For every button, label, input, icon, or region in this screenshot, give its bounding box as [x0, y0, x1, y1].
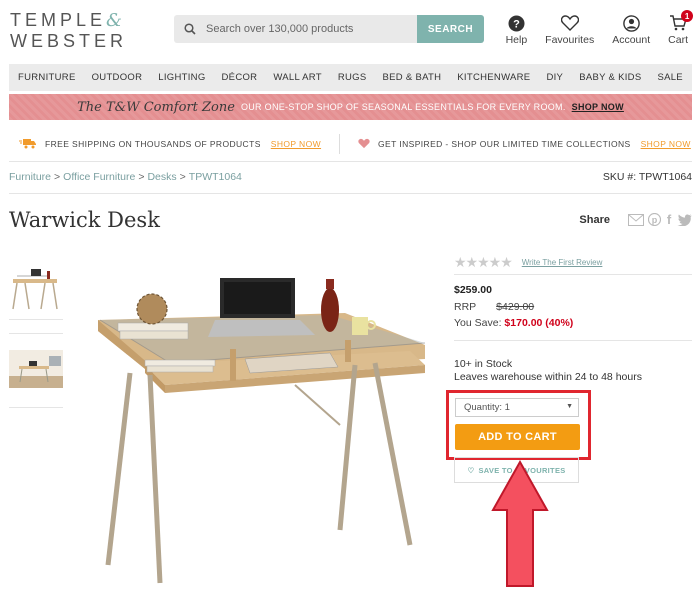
svg-text:?: ? — [513, 18, 520, 30]
usp-shipping: FREE SHIPPING ON THOUSANDS OF PRODUCTS S… — [19, 138, 321, 149]
promo-banner[interactable]: The T&W Comfort Zone OUR ONE-STOP SHOP O… — [9, 94, 692, 120]
breadcrumb-furniture[interactable]: Furniture — [9, 171, 51, 183]
rrp-value: $429.00 — [496, 301, 535, 313]
up-arrow-annotation — [491, 460, 549, 587]
svg-text:f: f — [667, 213, 672, 226]
quantity-select[interactable]: Quantity: 1 ▼ — [455, 398, 579, 417]
usp-bar: FREE SHIPPING ON THOUSANDS OF PRODUCTS S… — [9, 126, 692, 162]
nav-item-wall-art[interactable]: WALL ART — [273, 72, 322, 83]
add-to-cart-button[interactable]: ADD TO CART — [455, 424, 580, 450]
truck-icon — [19, 139, 36, 149]
account-link[interactable]: Account — [612, 14, 650, 46]
search-bar: Search over 130,000 products SEARCH — [174, 15, 484, 43]
promo-shop-link[interactable]: SHOP NOW — [572, 102, 624, 112]
search-button[interactable]: SEARCH — [417, 15, 484, 43]
product-main-image[interactable] — [90, 265, 430, 585]
usp-divider — [339, 133, 341, 154]
svg-text:p: p — [652, 215, 658, 225]
nav-item-outdoor[interactable]: OUTDOOR — [92, 72, 143, 83]
site-logo[interactable]: TEMPLE& WEBSTER — [10, 10, 135, 51]
desk-thumbnail-image — [12, 269, 58, 310]
cart-count-badge: 1 — [681, 10, 694, 22]
facebook-share-icon[interactable]: f — [665, 213, 673, 226]
account-label: Account — [612, 34, 651, 46]
dispatch-time: Leaves warehouse within 24 to 48 hours — [454, 371, 642, 383]
thumbnail-divider — [9, 333, 63, 334]
search-placeholder: Search over 130,000 products — [206, 23, 354, 35]
rating-stars: ★★★★★ — [454, 254, 513, 270]
savings-row: You Save: $170.00 (40%) — [454, 317, 573, 329]
main-nav: FURNITURE OUTDOOR LIGHTING DÉCOR WALL AR… — [9, 64, 692, 91]
nav-item-decor[interactable]: DÉCOR — [222, 72, 258, 83]
sku-label: SKU #: TPWT1064 — [602, 171, 692, 183]
nav-item-baby-kids[interactable]: BABY & KIDS — [579, 72, 641, 83]
divider — [454, 340, 692, 341]
heart-icon — [358, 138, 370, 149]
share-label: Share — [579, 213, 610, 226]
logo-line2: WEBSTER — [10, 31, 128, 51]
heart-icon — [560, 15, 579, 31]
header-links: ? Help Favourites Account 1 Cart — [488, 10, 694, 46]
rating-row: ★★★★★ Write The First Review — [454, 254, 602, 271]
usp-inspired-text: GET INSPIRED - SHOP OUR LIMITED TIME COL… — [378, 138, 631, 149]
usp-inspired-link[interactable]: SHOP NOW — [641, 139, 691, 149]
promo-text: OUR ONE-STOP SHOP OF SEASONAL ESSENTIALS… — [240, 102, 566, 112]
help-label: Help — [505, 34, 528, 46]
savings-label: You Save: — [454, 317, 502, 329]
price: $259.00 — [454, 284, 492, 296]
breadcrumb-current[interactable]: TPWT1064 — [189, 171, 242, 183]
quantity-value: Quantity: 1 — [464, 402, 510, 413]
logo-line1: TEMPLE — [10, 10, 107, 30]
divider — [454, 274, 692, 275]
savings-value: $170.00 (40%) — [504, 317, 574, 329]
email-share-icon[interactable] — [628, 213, 644, 226]
nav-item-lighting[interactable]: LIGHTING — [158, 72, 205, 83]
logo-ampersand: & — [106, 10, 123, 31]
nav-item-bed-bath[interactable]: BED & BATH — [383, 72, 442, 83]
breadcrumb-separator: > — [54, 171, 61, 183]
search-input[interactable]: Search over 130,000 products — [174, 15, 417, 43]
breadcrumb-separator: > — [138, 171, 145, 183]
chevron-down-icon: ▼ — [566, 403, 573, 410]
nav-item-kitchenware[interactable]: KITCHENWARE — [457, 72, 530, 83]
usp-inspired: GET INSPIRED - SHOP OUR LIMITED TIME COL… — [358, 138, 691, 149]
stock-status: 10+ in Stock — [454, 358, 513, 370]
rrp-row: RRP $429.00 — [454, 301, 534, 313]
favourites-link[interactable]: Favourites — [545, 14, 594, 46]
rrp-label: RRP — [454, 301, 477, 313]
promo-script-title: The T&W Comfort Zone — [77, 99, 235, 115]
help-link[interactable]: ? Help — [505, 14, 528, 46]
nav-item-furniture[interactable]: FURNITURE — [18, 72, 76, 83]
room-thumbnail-image — [9, 350, 63, 388]
search-icon — [184, 23, 196, 35]
help-icon: ? — [508, 15, 525, 31]
twitter-share-icon[interactable] — [677, 213, 692, 226]
nav-item-sale[interactable]: SALE — [657, 72, 683, 83]
breadcrumb-office-furniture[interactable]: Office Furniture — [63, 171, 135, 183]
heart-outline-icon: ♡ — [467, 465, 475, 475]
divider — [9, 193, 692, 194]
cart-link[interactable]: 1 Cart — [668, 10, 694, 46]
write-review-link[interactable]: Write The First Review — [522, 258, 603, 267]
usp-shipping-text: FREE SHIPPING ON THOUSANDS OF PRODUCTS — [45, 138, 261, 149]
breadcrumb: Furniture > Office Furniture > Desks > TPWT106… — [9, 171, 242, 183]
thumbnail-divider — [9, 407, 63, 408]
favourites-label: Favourites — [545, 34, 595, 46]
nav-item-diy[interactable]: DIY — [546, 72, 563, 83]
cart-label: Cart — [668, 34, 688, 46]
stock-info: 10+ in Stock Leaves warehouse within 24 … — [454, 358, 642, 384]
usp-shipping-link[interactable]: SHOP NOW — [271, 139, 321, 149]
product-title: Warwick Desk — [9, 208, 160, 232]
share-bar: Share p f — [579, 213, 692, 226]
product-thumbnail-1[interactable] — [9, 265, 63, 320]
nav-item-rugs[interactable]: RUGS — [338, 72, 367, 83]
account-icon — [622, 14, 640, 32]
pinterest-share-icon[interactable]: p — [648, 213, 661, 226]
product-thumbnail-2[interactable] — [9, 350, 63, 390]
breadcrumb-separator: > — [179, 171, 186, 183]
breadcrumb-desks[interactable]: Desks — [147, 171, 176, 183]
